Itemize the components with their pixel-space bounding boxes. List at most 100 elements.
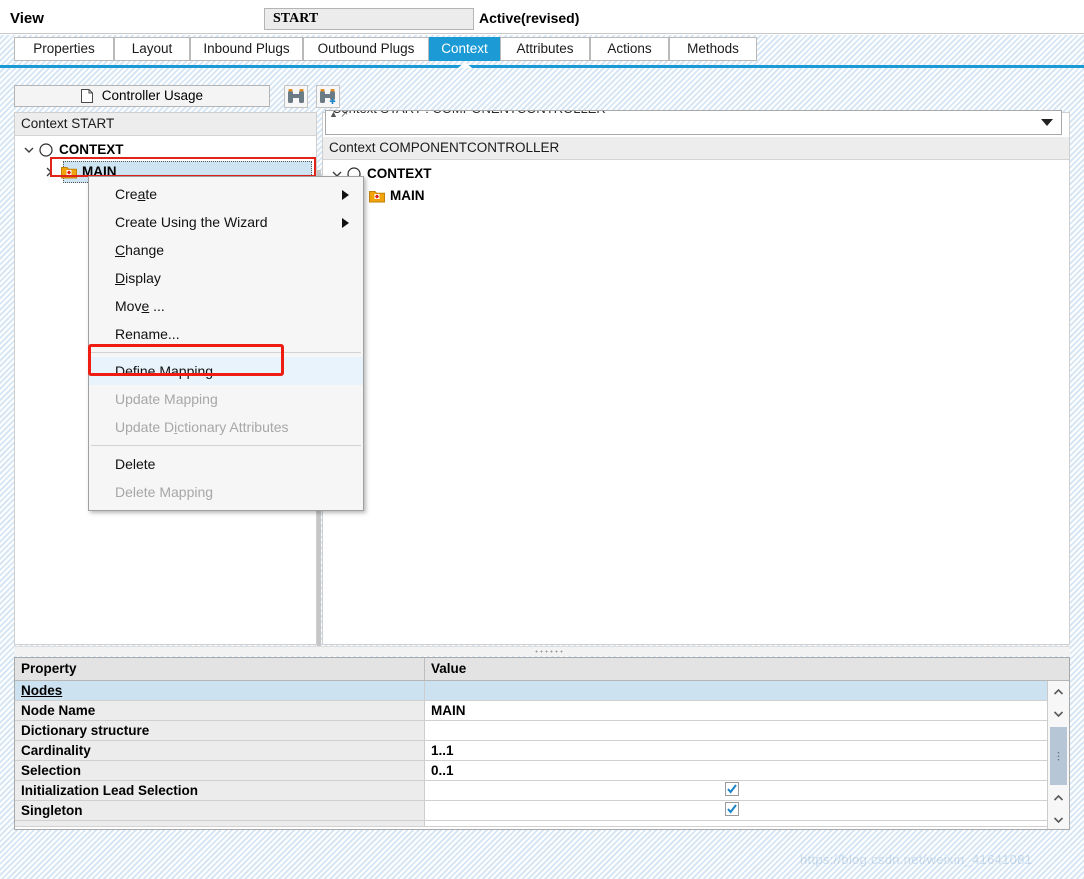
scroll-down-button[interactable] bbox=[1048, 703, 1069, 725]
left-pane-title: Context START bbox=[15, 113, 316, 136]
menu-item-label: Define Mapping bbox=[115, 363, 214, 379]
property-name-cell: Initialization Lead Selection bbox=[15, 781, 425, 800]
binoculars-plus-icon bbox=[317, 88, 339, 105]
node-folder-icon bbox=[60, 165, 78, 179]
property-value-text: 1..1 bbox=[431, 743, 454, 758]
menu-item-label: Update Dictionary Attributes bbox=[115, 419, 289, 435]
property-name-cell: Dictionary structure bbox=[15, 721, 425, 740]
menu-item-label: Create Using the Wizard bbox=[115, 214, 268, 230]
scroll-up-button[interactable] bbox=[1048, 681, 1069, 703]
header-divider bbox=[0, 33, 1084, 34]
tab-context[interactable]: Context bbox=[429, 37, 500, 61]
tab-inbound-plugs[interactable]: Inbound Plugs bbox=[190, 37, 303, 61]
menu-item-create-using-the-wizard[interactable]: Create Using the Wizard bbox=[89, 208, 363, 236]
property-value-text: MAIN bbox=[431, 703, 466, 718]
context-tree-pane-right: Context COMPONENTCONTROLLER CONTEXT MAIN bbox=[322, 112, 1070, 645]
column-header-property: Property bbox=[15, 658, 425, 680]
right-tree: CONTEXT MAIN bbox=[323, 160, 1069, 207]
menu-item-label: Move ... bbox=[115, 298, 165, 314]
menu-item-change[interactable]: Change bbox=[89, 236, 363, 264]
property-value-cell[interactable] bbox=[425, 721, 1069, 740]
view-label: View bbox=[10, 10, 44, 27]
menu-item-label: Display bbox=[115, 270, 161, 286]
tab-outbound-plugs[interactable]: Outbound Plugs bbox=[303, 37, 429, 61]
scroll-page-down-button[interactable] bbox=[1048, 809, 1069, 829]
menu-item-delete[interactable]: Delete bbox=[89, 450, 363, 478]
tab-actions[interactable]: Actions bbox=[590, 37, 669, 61]
submenu-arrow-icon bbox=[342, 218, 349, 228]
menu-item-rename[interactable]: Rename... bbox=[89, 320, 363, 348]
scrollbar-thumb[interactable] bbox=[1050, 727, 1067, 785]
property-row[interactable]: Dictionary structure bbox=[15, 721, 1069, 741]
property-name-cell: Singleton bbox=[15, 801, 425, 820]
property-row[interactable]: Singleton bbox=[15, 801, 1069, 821]
chevron-down-icon[interactable] bbox=[21, 146, 37, 154]
menu-item-display[interactable]: Display bbox=[89, 264, 363, 292]
document-icon bbox=[80, 89, 93, 109]
menu-item-label: Rename... bbox=[115, 326, 180, 342]
splitter-grip bbox=[534, 650, 564, 653]
tab-properties[interactable]: Properties bbox=[14, 37, 114, 61]
property-value-cell[interactable]: 0..1 bbox=[425, 761, 1069, 780]
menu-item-define-mapping[interactable]: Define Mapping bbox=[89, 357, 363, 385]
property-value-cell[interactable] bbox=[425, 681, 1069, 700]
property-value-cell bbox=[425, 821, 1069, 826]
property-row[interactable]: Initialization Lead Selection bbox=[15, 781, 1069, 801]
checkbox-checked[interactable] bbox=[725, 802, 739, 816]
tab-methods[interactable]: Methods bbox=[669, 37, 757, 61]
menu-item-move[interactable]: Move ... bbox=[89, 292, 363, 320]
menu-item-label: Change bbox=[115, 242, 165, 258]
context-selector-combobox[interactable]: ▲ ↗ Context START : COMPONENTCONTROLLER bbox=[325, 110, 1062, 135]
menu-separator bbox=[91, 445, 361, 446]
scroll-page-up-button[interactable] bbox=[1048, 787, 1069, 809]
property-table-body: Nodes Node Name MAIN Dictionary structure Ca… bbox=[15, 681, 1069, 827]
active-tab-pointer bbox=[457, 62, 472, 68]
tab-attributes[interactable]: Attributes bbox=[500, 37, 590, 61]
checkbox-checked[interactable] bbox=[725, 782, 739, 796]
column-header-value: Value bbox=[431, 661, 467, 676]
property-value-cell[interactable] bbox=[425, 781, 1069, 800]
property-row[interactable]: Cardinality 1..1 bbox=[15, 741, 1069, 761]
property-value-cell[interactable]: MAIN bbox=[425, 701, 1069, 720]
find-button[interactable] bbox=[284, 85, 308, 108]
property-row[interactable]: Selection 0..1 bbox=[15, 761, 1069, 781]
property-row[interactable]: Nodes bbox=[15, 681, 1069, 701]
context-menu: Create Create Using the Wizard Change Displ… bbox=[88, 176, 364, 511]
tree-node-context[interactable]: CONTEXT bbox=[15, 139, 316, 161]
find-next-button[interactable] bbox=[316, 85, 340, 108]
property-value-cell[interactable]: 1..1 bbox=[425, 741, 1069, 760]
tab-strip: Properties Layout Inbound Plugs Outbound Pl… bbox=[0, 37, 1084, 63]
watermark: https://blog.csdn.net/weixin_41641081 bbox=[800, 852, 1033, 867]
menu-item-label: Delete bbox=[115, 456, 156, 472]
property-row[interactable]: Node Name MAIN bbox=[15, 701, 1069, 721]
property-table-scrollbar[interactable] bbox=[1047, 681, 1069, 829]
menu-item-update-mapping: Update Mapping bbox=[89, 385, 363, 413]
property-row-clipped[interactable] bbox=[15, 821, 1069, 827]
property-value-cell[interactable] bbox=[425, 801, 1069, 820]
tree-node-main-right[interactable]: MAIN bbox=[323, 185, 1069, 207]
menu-item-update-dictionary-attributes: Update Dictionary Attributes bbox=[89, 413, 363, 441]
context-selector-value: Context START : COMPONENTCONTROLLER bbox=[332, 111, 606, 116]
tab-underline bbox=[0, 65, 1084, 68]
tree-node-context-right[interactable]: CONTEXT bbox=[323, 163, 1069, 185]
menu-item-label: Delete Mapping bbox=[115, 484, 214, 500]
menu-item-create[interactable]: Create bbox=[89, 180, 363, 208]
submenu-arrow-icon bbox=[342, 190, 349, 200]
view-name-field[interactable]: START bbox=[264, 8, 474, 30]
context-circle-icon bbox=[37, 143, 55, 157]
menu-separator bbox=[91, 352, 361, 353]
scrollbar-thumb-grip bbox=[1057, 750, 1060, 762]
tab-layout[interactable]: Layout bbox=[114, 37, 190, 61]
controller-usage-button[interactable]: Controller Usage bbox=[14, 85, 270, 107]
node-folder-icon bbox=[368, 189, 386, 203]
chevron-right-icon[interactable] bbox=[41, 167, 57, 177]
property-name-cell: Nodes bbox=[15, 681, 425, 700]
controller-usage-label: Controller Usage bbox=[101, 88, 204, 103]
chevron-down-icon[interactable] bbox=[1041, 119, 1053, 126]
property-name-cell bbox=[15, 821, 425, 826]
menu-item-label: Update Mapping bbox=[115, 391, 218, 407]
binoculars-icon bbox=[285, 88, 307, 105]
right-pane-title: Context COMPONENTCONTROLLER bbox=[323, 137, 1069, 160]
horizontal-splitter[interactable] bbox=[14, 646, 1070, 656]
property-value-text: 0..1 bbox=[431, 763, 454, 778]
